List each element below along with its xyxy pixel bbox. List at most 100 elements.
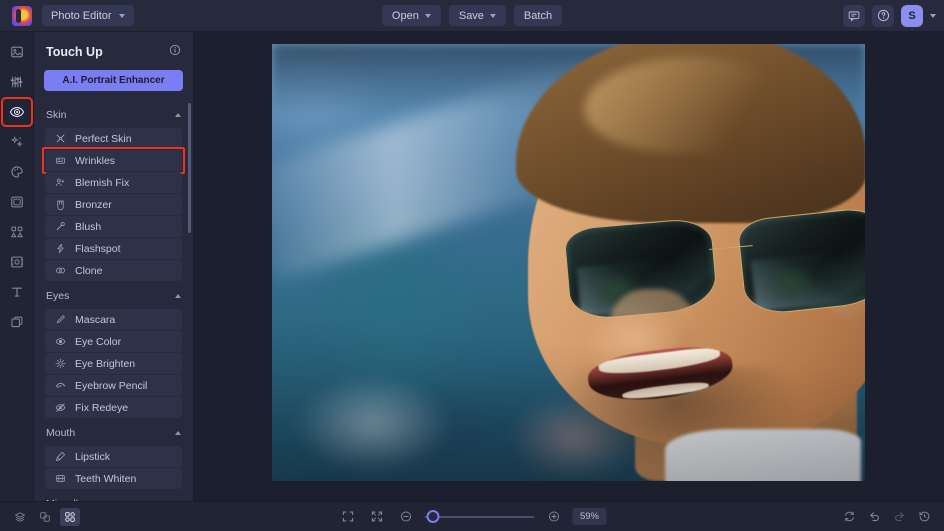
sidebar-item-ai-tools[interactable] [4, 130, 30, 154]
sidebar-item-color[interactable] [4, 160, 30, 184]
tool-item-clone[interactable]: Clone [45, 260, 182, 281]
tool-item-perfect-skin[interactable]: Perfect Skin [45, 128, 182, 149]
zoom-level-value[interactable]: 59% [572, 508, 607, 525]
main-body: Touch Up A.I. Portrait Enhancer Skin Perf… [0, 32, 944, 501]
left-icon-rail [0, 32, 34, 501]
account-chevron-down-icon[interactable] [930, 13, 936, 18]
tool-item-label: Eye Brighten [75, 357, 136, 370]
tool-group-header-skin[interactable]: Skin [34, 101, 193, 127]
canvas-area[interactable] [194, 32, 944, 501]
app-switcher-label: Photo Editor [51, 9, 112, 22]
grid-icon [65, 511, 75, 522]
history-button[interactable] [914, 508, 934, 526]
tool-item-label: Clone [75, 264, 103, 277]
sidebar-item-effects[interactable] [4, 70, 30, 94]
page-title: Touch Up [46, 45, 103, 59]
open-label: Open [391, 9, 419, 22]
tool-item-fix-redeye[interactable]: Fix Redeye [45, 397, 182, 418]
tool-item-label: Mascara [75, 313, 116, 326]
bottom-toolbar: 59% [0, 501, 944, 531]
tool-item-eyebrow-pencil[interactable]: Eyebrow Pencil [45, 375, 182, 396]
zoom-out-button[interactable] [396, 508, 416, 526]
tool-list-scroll-area[interactable]: Skin Perfect Skin Wrinkles Blemish Fix Bronz… [34, 101, 193, 501]
tool-item-label: Teeth Whiten [75, 472, 137, 485]
chat-icon [848, 10, 860, 21]
tool-group-label: Skin [46, 109, 67, 121]
tool-item-wrinkles[interactable]: Wrinkles [42, 147, 185, 174]
chevron-up-icon [175, 431, 181, 435]
logo-icon[interactable] [12, 5, 32, 26]
save-label: Save [458, 9, 484, 22]
tool-group-header-miscellaneous[interactable]: Miscellaneous [34, 490, 193, 501]
info-icon[interactable] [169, 43, 181, 61]
sidebar-item-layers[interactable] [4, 310, 30, 334]
tool-item-mascara[interactable]: Mascara [45, 309, 182, 330]
fit-to-screen-button[interactable] [338, 508, 358, 526]
subject-shirt [665, 428, 862, 481]
help-icon [877, 9, 889, 22]
undo-button[interactable] [864, 508, 884, 526]
tool-item-eye-brighten[interactable]: Eye Brighten [45, 353, 182, 374]
overlay-icon [10, 256, 23, 268]
tool-item-label: Wrinkles [75, 154, 116, 167]
sliders-icon [10, 76, 22, 88]
subject-sunglasses [563, 205, 865, 322]
sidebar-item-frames[interactable] [4, 190, 30, 214]
actual-size-button[interactable] [367, 508, 387, 526]
grid-view-button[interactable] [60, 507, 80, 526]
grid-shapes-icon [10, 226, 23, 238]
help-button[interactable] [872, 4, 894, 27]
tool-item-lipstick[interactable]: Lipstick [45, 446, 182, 467]
sidebar-item-collage[interactable] [4, 220, 30, 244]
flashspot-icon [54, 243, 66, 255]
link-button[interactable] [35, 508, 55, 526]
batch-label: Batch [523, 9, 553, 22]
open-button[interactable]: Open [381, 5, 441, 26]
tool-item-blemish-fix[interactable]: Blemish Fix [45, 172, 182, 193]
tool-item-label: Lipstick [75, 450, 111, 463]
bottom-left-tools [10, 507, 80, 526]
tool-group-label: Mouth [46, 427, 76, 439]
bronzer-icon [54, 199, 66, 211]
zoom-in-icon [548, 511, 559, 522]
lipstick-icon [54, 451, 66, 463]
top-toolbar: Photo Editor Open Save Batch S [0, 0, 944, 32]
tool-group-header-eyes[interactable]: Eyes [34, 282, 193, 308]
tool-item-bronzer[interactable]: Bronzer [45, 194, 182, 215]
tool-group-header-mouth[interactable]: Mouth [34, 419, 193, 445]
tool-item-flashspot[interactable]: Flashspot [45, 238, 182, 259]
zoom-slider-handle[interactable] [426, 510, 440, 523]
chevron-down-icon [424, 13, 431, 18]
touch-up-panel: Touch Up A.I. Portrait Enhancer Skin Perf… [34, 32, 194, 501]
eyebrow-pencil-icon [54, 380, 66, 392]
top-right-actions: S [843, 4, 936, 27]
avatar[interactable]: S [901, 4, 923, 27]
panel-scrollbar[interactable] [188, 103, 191, 233]
layers-button[interactable] [10, 508, 30, 526]
redo-button[interactable] [889, 508, 909, 526]
zoom-in-button[interactable] [544, 508, 564, 526]
blush-icon [54, 221, 66, 233]
edited-photo[interactable] [272, 44, 865, 481]
sidebar-item-touch-up[interactable] [0, 97, 33, 127]
tool-item-blush[interactable]: Blush [45, 216, 182, 237]
chevron-up-icon [175, 113, 181, 117]
sidebar-item-overlays[interactable] [4, 250, 30, 274]
feedback-button[interactable] [843, 4, 865, 27]
app-switcher-button[interactable]: Photo Editor [42, 5, 134, 26]
chevron-down-icon [118, 13, 125, 18]
tool-item-label: Fix Redeye [75, 401, 129, 414]
batch-button[interactable]: Batch [513, 5, 563, 26]
zoom-slider[interactable] [424, 510, 535, 524]
tool-item-teeth-whiten[interactable]: Teeth Whiten [45, 468, 182, 489]
tool-item-eye-color[interactable]: Eye Color [45, 331, 182, 352]
fit-to-screen-icon [342, 511, 353, 522]
sidebar-item-text[interactable] [4, 280, 30, 304]
chevron-down-icon [489, 13, 496, 18]
save-button[interactable]: Save [448, 5, 506, 26]
sidebar-item-adjust[interactable] [4, 40, 30, 64]
bottom-right-tools [839, 508, 934, 526]
ai-portrait-enhancer-button[interactable]: A.I. Portrait Enhancer [44, 70, 183, 91]
compare-button[interactable] [839, 508, 859, 526]
teeth-whiten-icon [54, 473, 66, 485]
